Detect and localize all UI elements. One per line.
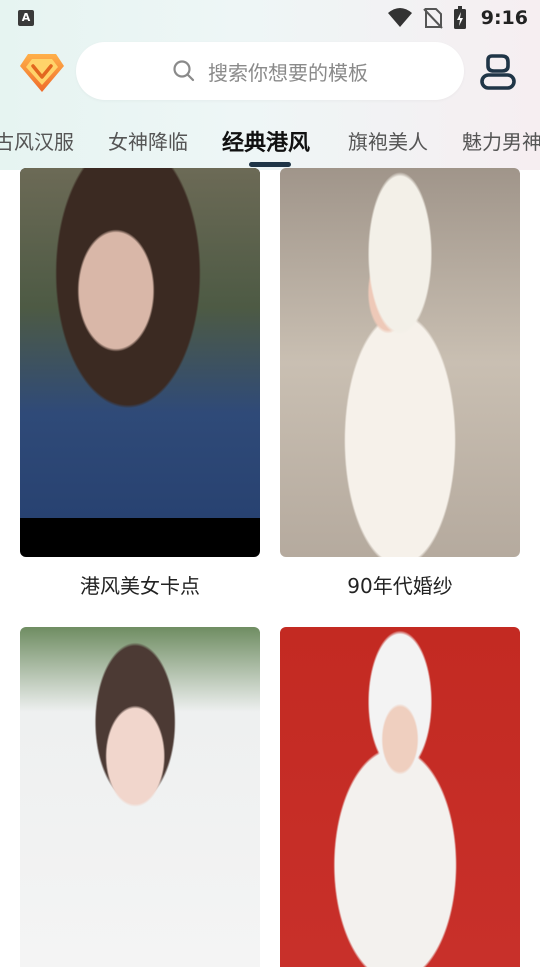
template-thumbnail[interactable] [20,168,260,557]
vip-badge-icon[interactable] [18,50,66,94]
no-sim-icon [423,8,443,29]
template-thumbnail[interactable] [280,627,520,967]
status-icons: 9:16 [387,6,528,30]
tab-goddess[interactable]: 女神降临 [108,126,188,155]
tab-hanfu[interactable]: 古风汉服 [0,126,74,155]
template-image [280,168,520,557]
template-image [280,627,520,967]
tab-qipao[interactable]: 旗袍美人 [348,126,428,155]
battery-icon [453,6,466,29]
search-bar[interactable]: 搜索你想要的模板 [76,42,464,100]
template-image [20,168,260,518]
tab-charming-men[interactable]: 魅力男神 [462,126,540,155]
template-image [20,627,260,967]
search-icon [173,60,195,82]
category-tabs: 古风汉服 女神降临 经典港风 旗袍美人 魅力男神 [0,120,540,168]
template-thumbnail[interactable] [20,627,260,967]
status-bar: A 9:16 [0,0,540,36]
template-title: 90年代婚纱 [347,574,453,598]
template-title: 港风美女卡点 [80,574,200,598]
active-tab-indicator [249,162,291,167]
search-input[interactable]: 搜索你想要的模板 [208,57,368,86]
template-thumbnail[interactable] [280,168,520,557]
profile-icon[interactable] [478,52,518,92]
app-notification-icon: A [18,10,34,26]
tab-hk-style[interactable]: 经典港风 [222,125,310,157]
wifi-icon [387,8,412,27]
clock: 9:16 [480,7,528,29]
